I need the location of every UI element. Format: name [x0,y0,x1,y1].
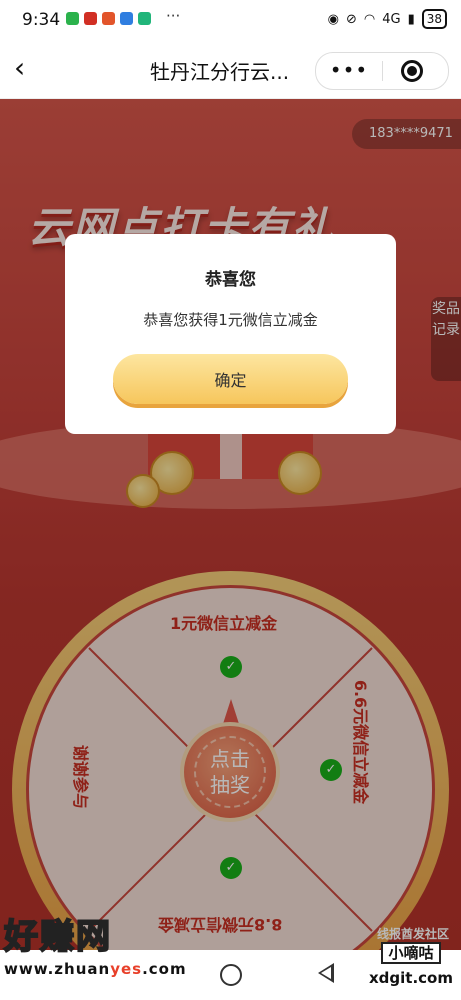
watermark-url-part: www.zhuan [4,960,111,978]
more-menu-icon[interactable]: ••• [316,53,382,89]
wifi-icon: ◠ [363,11,376,27]
app-notification-icon [120,12,133,25]
capsule-divider [382,61,383,81]
confirm-button[interactable]: 确定 [113,354,348,404]
close-miniprogram-icon[interactable] [401,60,423,82]
site-watermark-left: 好赚网 www.zhuanyes.com [3,917,187,978]
back-icon[interactable]: ‹ [14,52,25,84]
dialog-title: 恭喜您 [205,270,256,290]
watermark-domain: xdgit.com [369,969,453,987]
app-notification-icon [138,12,151,25]
system-back-icon[interactable] [318,963,334,983]
watermark-url-part: .com [142,960,187,978]
battery-icon: 38 [421,9,447,29]
miniprogram-capsule: ••• [315,52,449,90]
watermark-tag: 小嘀咕 [381,942,441,964]
watermark-url: www.zhuanyes.com [4,960,187,978]
more-notifications-icon: ··· [166,7,181,25]
eye-icon: ◉ [327,11,339,27]
wechat-notification-icon [66,12,79,25]
watermark-logo-text: 好赚网 [3,917,112,957]
dialog-message: 恭喜您获得1元微信立减金 [143,311,318,329]
app-notification-icon [84,12,97,25]
status-time: 9:34 [22,10,61,30]
status-right: ◉ ⊘ ◠ 4G ▮ 38 [328,9,447,29]
mute-icon: ⊘ [345,11,357,27]
watermark-url-part: yes [110,960,143,978]
nav-bar: ‹ 牡丹江分行云... ••• [0,42,461,99]
status-bar: 9:34 ··· ◉ ⊘ ◠ 4G ▮ 38 [0,0,461,42]
lottery-page: 183****9471 云网点打卡有礼 奖品记录 1元微信立减金 ✓ 6.6元微… [0,99,461,950]
result-dialog: 恭喜您 恭喜您获得1元微信立减金 确定 [65,234,396,434]
home-icon[interactable] [220,964,242,986]
page-title: 牡丹江分行云... [150,60,290,84]
notification-icons [66,12,151,25]
signal-icon: ▮ [407,11,415,27]
app-notification-icon [102,12,115,25]
modal-overlay[interactable] [0,99,461,950]
site-watermark-right: 小嘀咕 xdgit.com [369,942,453,987]
network-label: 4G [382,11,401,27]
